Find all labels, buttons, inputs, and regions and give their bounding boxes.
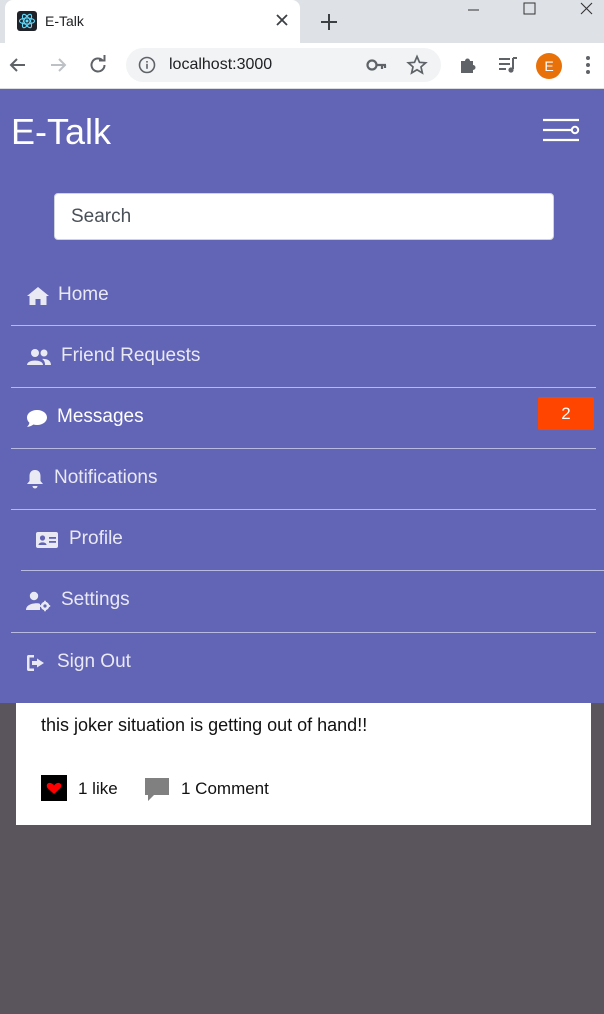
nav-label-messages: Messages [57, 406, 144, 427]
close-tab-icon[interactable] [273, 11, 291, 29]
tab-title: E-Talk [45, 13, 84, 29]
key-icon[interactable] [366, 55, 388, 75]
post-text: this joker situation is getting out of h… [41, 715, 368, 735]
home-icon [27, 287, 49, 305]
comment-bubble-icon[interactable] [143, 775, 171, 803]
user-cog-icon [26, 591, 51, 612]
heart-icon [46, 782, 62, 794]
nav-label-settings: Settings [61, 589, 130, 610]
browser-toolbar: localhost:3000 E [0, 43, 604, 89]
nav-label-sign-out: Sign Out [57, 651, 131, 672]
nav-label-friend-requests: Friend Requests [61, 345, 201, 366]
nav-item-sign-out[interactable]: Sign Out [11, 633, 596, 693]
nav-item-home[interactable]: Home [11, 266, 596, 326]
window-close-icon[interactable] [560, 0, 604, 20]
maximize-icon[interactable] [505, 0, 555, 20]
address-bar[interactable]: localhost:3000 [126, 48, 441, 82]
new-tab-icon[interactable] [316, 9, 342, 35]
extensions-icon[interactable] [457, 54, 479, 76]
nav-item-notifications[interactable]: Notifications [11, 449, 596, 509]
info-icon[interactable] [138, 56, 156, 74]
nav-item-profile[interactable]: Profile [21, 510, 596, 570]
post-card: this joker situation is getting out of h… [16, 703, 591, 825]
nav-label-notifications: Notifications [54, 467, 158, 488]
users-icon [27, 349, 51, 365]
star-icon[interactable] [406, 54, 428, 76]
app-navbar: E-Talk Home Friend Requests Messages 2 [0, 89, 604, 703]
reload-icon[interactable] [86, 53, 110, 77]
comment-count[interactable]: 1 Comment [181, 779, 269, 799]
browser-tabbar: E-Talk [0, 0, 604, 43]
nav-label-profile: Profile [69, 528, 123, 549]
back-arrow-icon[interactable] [6, 53, 30, 77]
like-button[interactable] [41, 775, 67, 801]
minimize-icon[interactable] [448, 0, 498, 20]
bell-icon [27, 470, 43, 489]
nav-label-home: Home [58, 284, 109, 305]
profile-avatar[interactable]: E [536, 53, 562, 79]
search-input[interactable] [54, 193, 554, 240]
nav-item-settings[interactable]: Settings [11, 571, 596, 631]
brand-logo[interactable]: E-Talk [11, 111, 111, 153]
like-count: 1 like [78, 779, 118, 798]
react-logo-icon [17, 11, 37, 31]
comment-icon [27, 410, 47, 427]
messages-badge: 2 [538, 397, 594, 430]
nav-item-friend-requests[interactable]: Friend Requests [11, 327, 596, 387]
url-text: localhost:3000 [169, 56, 273, 73]
sign-out-icon [27, 655, 44, 671]
divider [11, 325, 596, 326]
id-card-icon [36, 532, 58, 548]
more-menu-icon[interactable] [578, 53, 598, 77]
forward-arrow-icon[interactable] [46, 53, 70, 77]
browser-tab[interactable]: E-Talk [5, 0, 300, 43]
menu-toggle-icon[interactable] [540, 116, 582, 148]
nav-item-messages[interactable]: Messages [11, 388, 596, 448]
media-control-icon[interactable] [497, 54, 519, 76]
